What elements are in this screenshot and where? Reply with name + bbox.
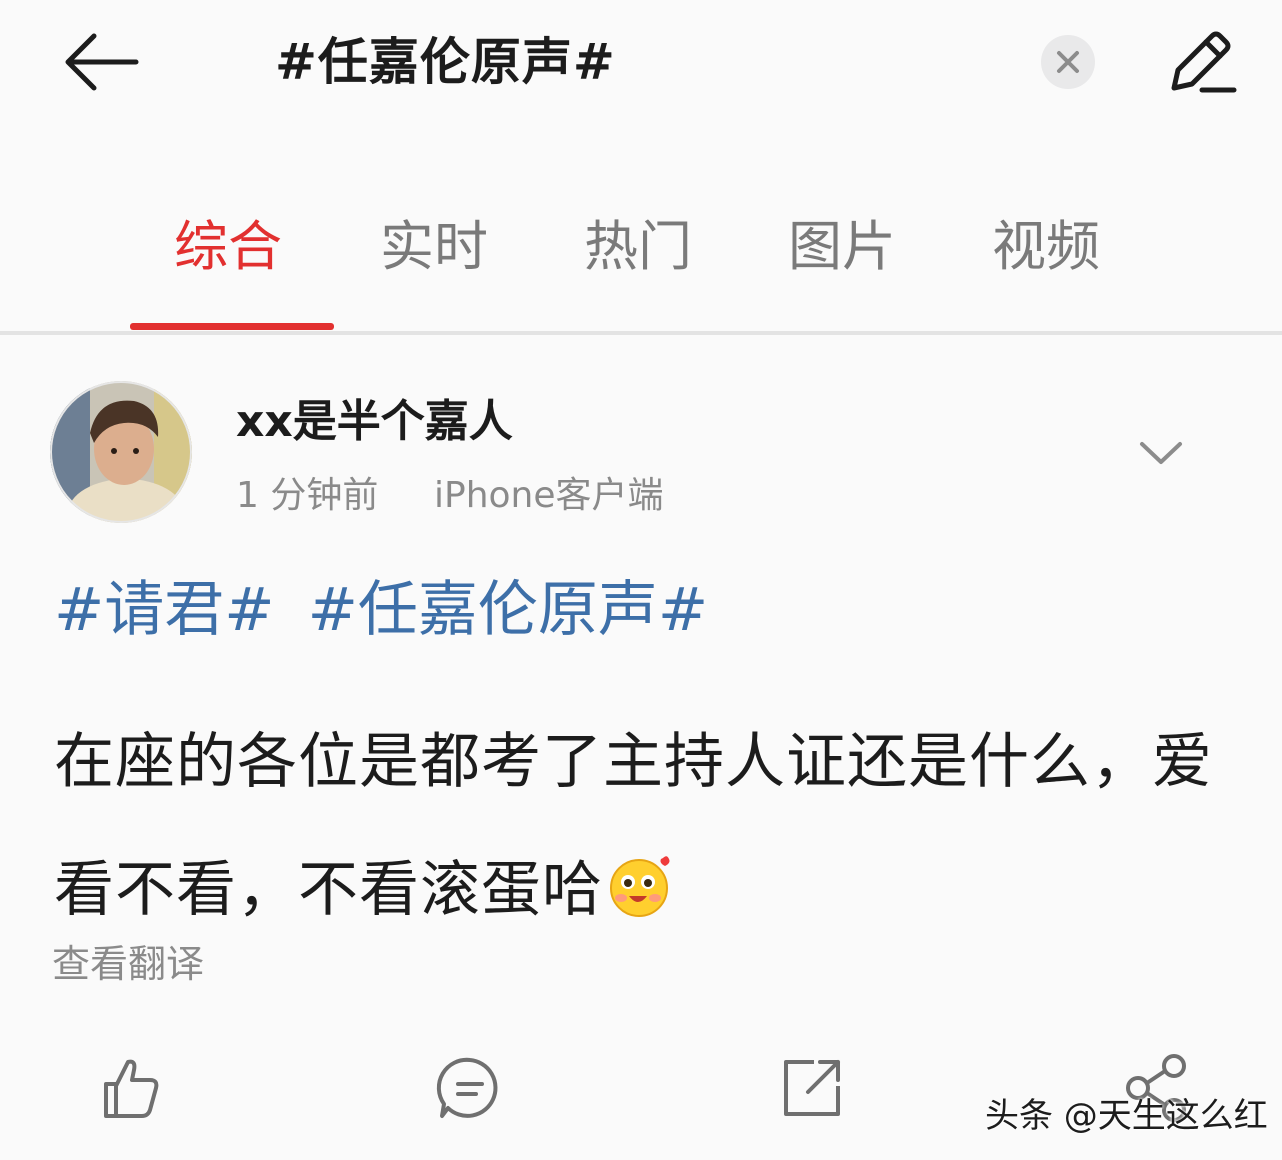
- username[interactable]: xx是半个嘉人: [236, 392, 513, 452]
- hashtag-row: #请君# #任嘉伦原声#: [54, 572, 708, 648]
- chevron-down-icon: [1140, 442, 1182, 464]
- tab-realtime[interactable]: 实时: [380, 212, 488, 282]
- tab-hot[interactable]: 热门: [584, 212, 692, 282]
- watermark-text: 头条 @天生这么红: [985, 1096, 1268, 1136]
- close-icon: [1057, 51, 1079, 73]
- post-source: iPhone客户端: [434, 475, 664, 516]
- hashtag-link[interactable]: #请君#: [54, 575, 275, 645]
- post-text: 在座的各位是都考了主持人证还是什么，爱看不看，不看滚蛋哈: [54, 698, 1234, 954]
- tab-images[interactable]: 图片: [788, 212, 896, 282]
- tab-comprehensive[interactable]: 综合: [174, 212, 282, 282]
- view-translation-link[interactable]: 查看翻译: [52, 938, 204, 990]
- post-menu-button[interactable]: [1136, 428, 1186, 478]
- repost-icon: [784, 1060, 840, 1116]
- like-icon: [104, 1059, 159, 1118]
- comment-icon: [436, 1057, 498, 1118]
- active-tab-indicator: [130, 323, 334, 330]
- like-button[interactable]: [92, 1050, 168, 1126]
- search-query-title[interactable]: #任嘉伦原声#: [275, 30, 616, 94]
- compose-button[interactable]: [1160, 24, 1238, 102]
- tab-divider: [0, 331, 1282, 335]
- user-avatar[interactable]: [50, 381, 192, 523]
- clear-search-button[interactable]: [1041, 35, 1095, 89]
- tab-videos[interactable]: 视频: [992, 212, 1100, 282]
- repost-button[interactable]: [774, 1050, 850, 1126]
- hashtag-link[interactable]: #任嘉伦原声#: [308, 575, 709, 645]
- comment-button[interactable]: [432, 1050, 508, 1126]
- avatar-image: [50, 381, 192, 523]
- back-button[interactable]: [58, 28, 142, 96]
- post-time: 1 分钟前: [236, 475, 379, 516]
- excited-emoji-icon: [607, 834, 673, 917]
- pencil-icon: [1171, 31, 1237, 93]
- back-arrow-icon: [65, 33, 139, 91]
